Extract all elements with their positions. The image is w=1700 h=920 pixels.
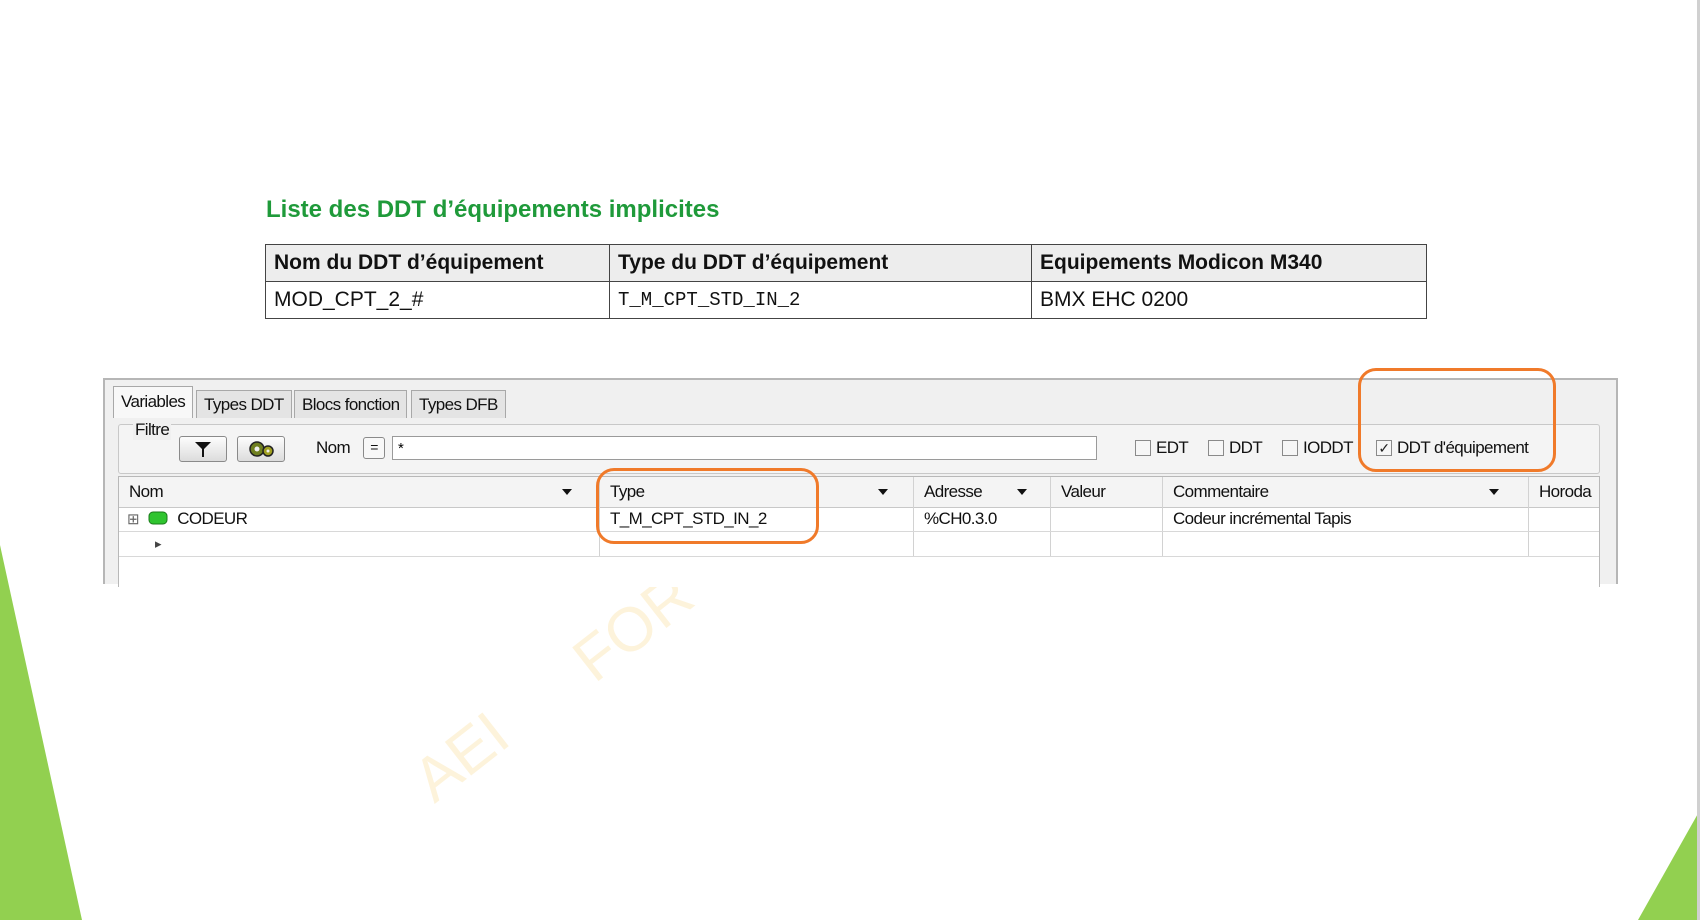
ddt-reference-table: Nom du DDT d’équipement Type du DDT d’éq… <box>265 244 1427 319</box>
column-header-valeur[interactable]: Valeur <box>1051 477 1163 507</box>
column-header-horoda[interactable]: Horoda <box>1529 477 1599 507</box>
filter-button[interactable] <box>179 436 227 462</box>
variable-name: CODEUR <box>177 509 248 528</box>
filter-label: Filtre <box>133 420 172 440</box>
adresse-dropdown-icon[interactable] <box>1017 489 1027 495</box>
commentaire-dropdown-icon[interactable] <box>1489 489 1499 495</box>
tab-types-ddt[interactable]: Types DDT <box>196 390 292 418</box>
column-header-valeur-label: Valeur <box>1061 482 1106 501</box>
cell-nom: ⊞ CODEUR <box>119 507 600 531</box>
new-row[interactable]: ▸ <box>119 532 1599 557</box>
new-row-adresse[interactable] <box>914 532 1051 556</box>
equals-button[interactable]: = <box>363 437 385 459</box>
column-header-nom[interactable]: Nom <box>119 477 600 507</box>
cell-commentaire: Codeur incrémental Tapis <box>1163 507 1529 531</box>
new-row-valeur[interactable] <box>1051 532 1163 556</box>
column-header-commentaire-label: Commentaire <box>1173 482 1269 501</box>
ref-header-name: Nom du DDT d’équipement <box>265 244 610 282</box>
funnel-icon <box>195 442 211 457</box>
tab-blocs-fonction[interactable]: Blocs fonction <box>294 390 408 418</box>
cell-horoda <box>1529 507 1599 531</box>
cell-adresse: %CH0.3.0 <box>914 507 1051 531</box>
checkbox-ioddt-label: IODDT <box>1303 438 1353 457</box>
new-row-marker: ▸ <box>119 532 600 556</box>
page-title: Liste des DDT d’équipements implicites <box>266 196 720 223</box>
left-accent-shape <box>0 545 82 920</box>
checkbox-ioddt[interactable]: IODDT <box>1282 438 1353 458</box>
device-icon <box>148 511 168 525</box>
name-filter-label: Nom <box>316 438 351 457</box>
ref-cell-type: T_M_CPT_STD_IN_2 <box>609 281 1032 319</box>
grid-header: Nom Type Adresse Valeur Commentaire Horo… <box>119 477 1599 508</box>
checkbox-ddt-box[interactable] <box>1208 440 1224 456</box>
gear-icon <box>249 441 274 457</box>
expand-icon[interactable]: ⊞ <box>127 511 140 528</box>
checkbox-ddt[interactable]: DDT <box>1208 438 1263 458</box>
type-dropdown-icon[interactable] <box>878 489 888 495</box>
checkbox-edt-box[interactable] <box>1135 440 1151 456</box>
name-filter-input[interactable] <box>392 436 1097 460</box>
column-header-commentaire[interactable]: Commentaire <box>1163 477 1529 507</box>
new-row-horoda[interactable] <box>1529 532 1599 556</box>
column-header-nom-label: Nom <box>129 482 164 501</box>
ref-header-type: Type du DDT d’équipement <box>609 244 1032 282</box>
table-row[interactable]: ⊞ CODEUR T_M_CPT_STD_IN_2 %CH0.3.0 Codeu… <box>119 507 1599 532</box>
column-header-adresse[interactable]: Adresse <box>914 477 1051 507</box>
new-row-commentaire[interactable] <box>1163 532 1529 556</box>
tab-variables[interactable]: Variables <box>113 386 194 418</box>
highlight-ddt-equipement <box>1358 368 1556 472</box>
highlight-type-column <box>596 468 819 544</box>
checkbox-ioddt-box[interactable] <box>1282 440 1298 456</box>
ref-cell-name: MOD_CPT_2_# <box>265 281 610 319</box>
nom-dropdown-icon[interactable] <box>562 489 572 495</box>
checkbox-edt-label: EDT <box>1156 438 1189 457</box>
checkbox-edt[interactable]: EDT <box>1135 438 1189 458</box>
tab-types-dfb[interactable]: Types DFB <box>411 390 506 418</box>
ref-header-equipment: Equipements Modicon M340 <box>1031 244 1427 282</box>
column-header-adresse-label: Adresse <box>924 482 983 501</box>
variables-grid: Nom Type Adresse Valeur Commentaire Horo… <box>118 476 1600 587</box>
checkbox-ddt-label: DDT <box>1229 438 1263 457</box>
right-accent-shape <box>1638 810 1700 920</box>
ref-cell-equipment: BMX EHC 0200 <box>1031 281 1427 319</box>
column-header-horoda-label: Horoda <box>1539 482 1592 501</box>
settings-button[interactable] <box>237 436 285 462</box>
cell-valeur[interactable] <box>1051 507 1163 531</box>
